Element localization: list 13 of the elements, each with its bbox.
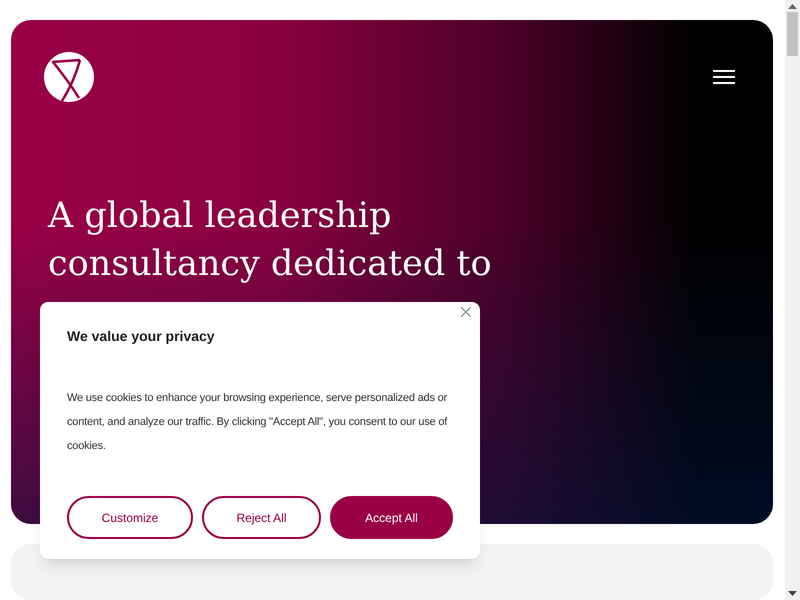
dialog-text: We use cookies to enhance your browsing experience, serve personalized ads or content, and analyze our traffic. By clicking "Accept All", you consent to our use of cookies. [67,391,448,454]
scroll-up-icon[interactable] [788,4,797,9]
cookie-button[interactable]: Accept All [330,496,453,539]
close-icon[interactable] [461,307,471,317]
scroll-down-icon[interactable] [788,591,797,596]
cookie-button[interactable]: Customize [67,496,193,539]
dialog-title: We value your privacy [67,327,216,346]
menu-icon[interactable] [713,70,735,84]
scrollbar[interactable] [785,0,800,600]
cookie-button[interactable]: Reject All [202,496,321,539]
hero-heading: A global leadership consultancy dedicated to [48,195,493,286]
scroll-thumb[interactable] [787,12,798,56]
logo-icon[interactable] [44,52,94,102]
